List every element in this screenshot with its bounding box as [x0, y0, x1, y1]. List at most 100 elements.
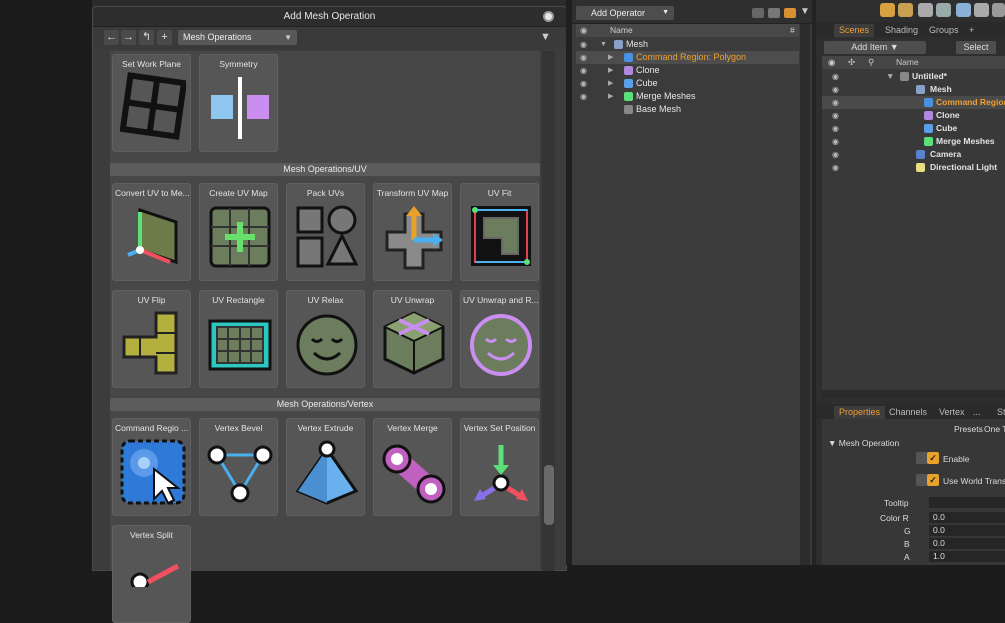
mesh-row[interactable]: ◉ ▶ Cube — [576, 77, 799, 90]
tile-pack-uvs[interactable]: Pack UVs — [286, 183, 365, 281]
tooltip-field[interactable] — [929, 497, 1005, 508]
color-r-field[interactable]: 0.0 — [929, 512, 1005, 523]
tab-properties[interactable]: Properties — [834, 406, 886, 419]
name-column[interactable]: Name — [896, 56, 919, 69]
tile-vertex-split[interactable]: Vertex Split — [112, 525, 191, 623]
preview-icon[interactable] — [898, 3, 913, 17]
up-folder-icon[interactable]: ↰ — [139, 30, 154, 45]
tile-transform-uv-map[interactable]: Transform UV Map — [373, 183, 452, 281]
row-label: Command Region: Polygon — [636, 52, 747, 62]
tile-uv-rectangle[interactable]: UV Rectangle — [199, 290, 278, 388]
eye-icon[interactable]: ◉ — [580, 51, 587, 64]
layout-icon[interactable] — [752, 8, 764, 18]
scene-row[interactable]: ◉ ▼ Untitled* — [822, 70, 1005, 83]
tool-icon[interactable] — [992, 3, 1005, 17]
tab-vertex[interactable]: Vertex — [934, 406, 970, 419]
expand-icon[interactable]: ▶ — [608, 64, 613, 77]
mesh-row[interactable]: Base Mesh — [576, 103, 799, 116]
eye-icon[interactable]: ◉ — [832, 70, 839, 83]
tile-uv-unwrap-relax[interactable]: UV Unwrap and R... — [460, 290, 539, 388]
tile-vertex-extrude[interactable]: Vertex Extrude — [286, 418, 365, 516]
eye-icon[interactable]: ◉ — [832, 161, 839, 174]
tile-set-work-plane[interactable]: Set Work Plane — [112, 54, 191, 152]
scene-row[interactable]: ◉ Mesh — [822, 83, 1005, 96]
color-a-field[interactable]: 1.0 — [929, 551, 1005, 562]
add-item-button[interactable]: Add Item ▼ — [824, 41, 926, 54]
folder-icon[interactable] — [784, 8, 796, 18]
tool-icon[interactable] — [918, 3, 933, 17]
color-g-field[interactable]: 0.0 — [929, 525, 1005, 536]
tool-icon[interactable] — [974, 3, 989, 17]
one-touch-button[interactable]: One T — [984, 424, 1005, 434]
filter-icon[interactable]: ▼ — [540, 31, 551, 43]
name-column[interactable]: Name — [610, 24, 633, 37]
back-arrow-icon[interactable]: ← — [104, 30, 119, 45]
section-header[interactable]: ▼ Mesh Operation — [828, 438, 899, 448]
expand-icon[interactable]: ▼ — [886, 70, 894, 83]
eye-icon[interactable]: ◉ — [580, 38, 587, 51]
mesh-row[interactable]: ◉ ▶ Clone — [576, 64, 799, 77]
dialog-scrollbar-thumb[interactable] — [544, 465, 554, 525]
enable-checkbox[interactable]: ✓ — [927, 452, 939, 464]
presets-button[interactable]: Presets — [954, 424, 983, 434]
tool-icon[interactable] — [936, 3, 951, 17]
tile-vertex-bevel[interactable]: Vertex Bevel — [199, 418, 278, 516]
mesh-row[interactable]: ◉ ▼ Mesh — [576, 38, 799, 51]
tab-more[interactable]: ... — [968, 406, 986, 419]
tile-create-uv-map[interactable]: Create UV Map — [199, 183, 278, 281]
mesh-panel-scrollbar[interactable] — [800, 24, 810, 565]
tile-uv-fit[interactable]: UV Fit — [460, 183, 539, 281]
tab-scenes[interactable]: Scenes — [834, 24, 875, 37]
eye-icon[interactable]: ◉ — [832, 109, 839, 122]
tile-vertex-merge[interactable]: Vertex Merge — [373, 418, 452, 516]
use-world-checkbox[interactable]: ✓ — [927, 474, 939, 486]
scene-row-selected[interactable]: ◉ Command Region: — [822, 96, 1005, 109]
tab-shading[interactable]: Shading — [880, 24, 923, 37]
expand-icon[interactable]: ▼ — [600, 38, 607, 51]
scene-row[interactable]: ◉ Clone — [822, 109, 1005, 122]
eye-icon[interactable]: ◉ — [832, 122, 839, 135]
command-region-icon — [624, 53, 633, 62]
tool-icon[interactable] — [956, 3, 971, 17]
select-button[interactable]: Select — [956, 41, 996, 54]
eye-icon[interactable]: ◉ — [832, 96, 839, 109]
tile-uv-flip[interactable]: UV Flip — [112, 290, 191, 388]
scene-row[interactable]: ◉ Cube — [822, 122, 1005, 135]
forward-arrow-icon[interactable]: → — [121, 30, 136, 45]
scene-row[interactable]: ◉ Camera — [822, 148, 1005, 161]
scene-row[interactable]: ◉ Directional Light — [822, 161, 1005, 174]
category-dropdown[interactable]: Mesh Operations ▼ — [178, 30, 297, 45]
tile-convert-uv[interactable]: Convert UV to Me... — [112, 183, 191, 281]
scene-row[interactable]: ◉ Merge Meshes — [822, 135, 1005, 148]
eye-icon[interactable]: ◉ — [832, 135, 839, 148]
eye-icon[interactable]: ◉ — [580, 90, 587, 103]
scene-list-scrollbar[interactable] — [822, 390, 1005, 398]
expand-icon[interactable]: ▶ — [608, 77, 613, 90]
tab-channels[interactable]: Channels — [884, 406, 932, 419]
render-icon[interactable] — [880, 3, 895, 17]
eye-icon[interactable]: ◉ — [580, 77, 587, 90]
tile-command-region[interactable]: Command Regio ... — [112, 418, 191, 516]
tab-add[interactable]: + — [964, 24, 979, 37]
tab-st[interactable]: St — [992, 406, 1005, 419]
add-operator-button[interactable]: Add Operator ▼ — [576, 6, 674, 20]
eye-icon[interactable]: ◉ — [832, 148, 839, 161]
color-b-field[interactable]: 0.0 — [929, 538, 1005, 549]
mesh-row-selected[interactable]: ◉ ▶ Command Region: Polygon — [576, 51, 799, 64]
eye-icon[interactable]: ◉ — [580, 64, 587, 77]
tile-uv-relax[interactable]: UV Relax — [286, 290, 365, 388]
mesh-row[interactable]: ◉ ▶ Merge Meshes — [576, 90, 799, 103]
expand-icon[interactable]: ▶ — [608, 90, 613, 103]
tile-vertex-set-position[interactable]: Vertex Set Position — [460, 418, 539, 516]
tile-symmetry[interactable]: Symmetry — [199, 54, 278, 152]
close-icon[interactable] — [543, 11, 554, 22]
tab-groups[interactable]: Groups — [924, 24, 964, 37]
scene-panel: Scenes Shading Groups + Add Item ▼ Selec… — [816, 0, 1005, 565]
eye-icon[interactable]: ◉ — [832, 83, 839, 96]
list-icon[interactable] — [768, 8, 780, 18]
add-icon[interactable]: + — [157, 30, 172, 45]
tile-uv-unwrap[interactable]: UV Unwrap — [373, 290, 452, 388]
filter-icon[interactable]: ▼ — [800, 6, 810, 17]
tile-label: Vertex Merge — [387, 423, 438, 433]
expand-icon[interactable]: ▶ — [608, 51, 613, 64]
